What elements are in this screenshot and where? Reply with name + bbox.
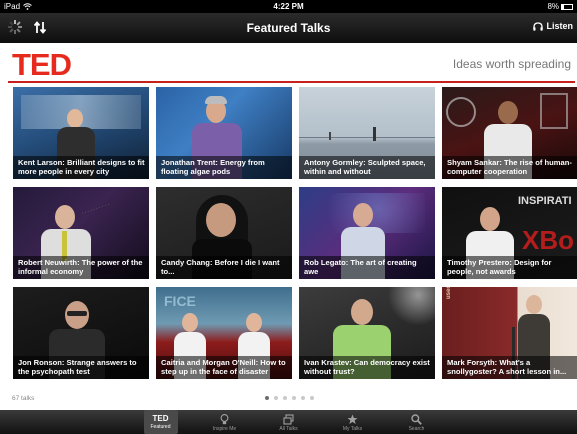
device-name: iPad	[4, 2, 21, 11]
talk-caption: Jon Ronson: Strange answers to the psych…	[13, 355, 149, 379]
talks-count: 67 talks	[12, 395, 35, 402]
talk-tile[interactable]: Candy Chang: Before I die I want to...	[156, 187, 292, 279]
talk-caption: Rob Legato: The art of creating awe	[299, 255, 435, 279]
status-time: 4:22 PM	[273, 2, 304, 11]
page-dot[interactable]	[265, 396, 269, 400]
tab-inspire-me[interactable]: Inspire Me	[208, 410, 242, 434]
talk-tile[interactable]: Kent Larson: Brilliant designs to fit mo…	[13, 87, 149, 179]
wifi-icon	[23, 3, 32, 10]
tagline: Ideas worth spreading	[452, 57, 571, 71]
ted-logo-icon: TED	[152, 414, 169, 423]
tab-all-talks[interactable]: All Talks	[272, 410, 306, 434]
talk-tile[interactable]: Shyam Sankar: The rise of human-computer…	[442, 87, 577, 179]
page-dot[interactable]	[310, 396, 314, 400]
tab-label: Inspire Me	[212, 426, 237, 432]
ted-logo: TED	[12, 47, 72, 82]
talk-caption: Kent Larson: Brilliant designs to fit mo…	[13, 155, 149, 179]
talk-tile[interactable]: Antony Gormley: Sculpted space, within a…	[299, 87, 435, 179]
star-icon	[347, 414, 358, 424]
talk-caption: Caitria and Morgan O'Neill: How to step …	[156, 355, 292, 379]
stack-icon	[283, 414, 294, 425]
tab-label: All Talks	[279, 426, 298, 432]
headphones-icon	[533, 21, 544, 31]
talk-tile[interactable]: useofParliament Mark Forsyth: What's a s…	[442, 287, 577, 379]
page-dot[interactable]	[274, 396, 278, 400]
talk-caption: Mark Forsyth: What's a snollygoster? A s…	[442, 355, 577, 379]
tab-label: My Talks	[342, 426, 363, 432]
talk-caption: Jonathan Trent: Energy from floating alg…	[156, 155, 292, 179]
talk-tile[interactable]: Ivan Krastev: Can democracy exist withou…	[299, 287, 435, 379]
tab-search[interactable]: Search	[400, 410, 434, 434]
talk-tile[interactable]: FICE Caitria and Morgan O'Neill: How to …	[156, 287, 292, 379]
talk-tile[interactable]: · · · · · · · · · · Robert Neuwirth: The…	[13, 187, 149, 279]
talk-caption: Ivan Krastev: Can democracy exist withou…	[299, 355, 435, 379]
listen-button[interactable]: Listen	[533, 21, 573, 31]
talk-caption: Robert Neuwirth: The power of the inform…	[13, 255, 149, 279]
ted-header: TED Ideas worth spreading	[8, 47, 575, 83]
listen-label: Listen	[546, 21, 573, 31]
page-dot[interactable]	[283, 396, 287, 400]
talk-tile[interactable]: Jon Ronson: Strange answers to the psych…	[13, 287, 149, 379]
search-icon	[411, 414, 422, 425]
tab-label: Search	[408, 426, 425, 432]
status-bar: iPad 4:22 PM 8%	[0, 0, 577, 13]
tab-bar: TED Featured Inspire Me All Talks My Tal…	[0, 410, 577, 434]
tab-label: Featured	[150, 424, 171, 430]
page-dot[interactable]	[292, 396, 296, 400]
tab-featured[interactable]: TED Featured	[143, 410, 178, 434]
ted-app: iPad 4:22 PM 8% Featured Talks Listen TE…	[0, 0, 577, 434]
battery-icon	[561, 3, 573, 10]
page-indicator[interactable]	[265, 396, 314, 400]
talk-caption: Shyam Sankar: The rise of human-computer…	[442, 155, 577, 179]
page-title: Featured Talks	[246, 21, 331, 35]
tab-my-talks[interactable]: My Talks	[336, 410, 370, 434]
battery-percent: 8%	[547, 2, 559, 11]
page-dot[interactable]	[301, 396, 305, 400]
lightbulb-icon	[220, 414, 229, 425]
talk-tile[interactable]: Rob Legato: The art of creating awe	[299, 187, 435, 279]
talk-caption: Candy Chang: Before I die I want to...	[156, 255, 292, 279]
talk-caption: Timothy Prestero: Design for people, not…	[442, 255, 577, 279]
talks-grid: Kent Larson: Brilliant designs to fit mo…	[13, 87, 577, 382]
talk-caption: Antony Gormley: Sculpted space, within a…	[299, 155, 435, 179]
talk-tile[interactable]: INSPIRATI XBo Timothy Prestero: Design f…	[442, 187, 577, 279]
navigation-bar: Featured Talks Listen	[0, 13, 577, 43]
talk-tile[interactable]: Jonathan Trent: Energy from floating alg…	[156, 87, 292, 179]
